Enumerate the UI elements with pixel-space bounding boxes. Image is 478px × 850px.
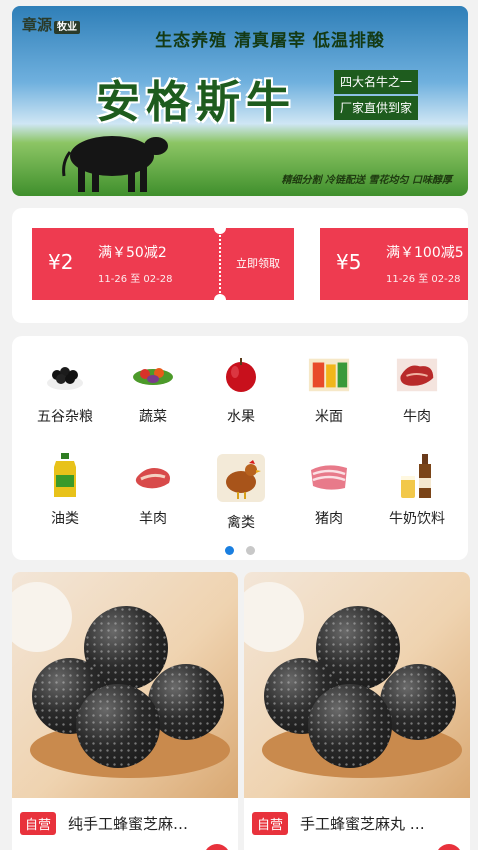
category-label: 米面 <box>315 409 343 425</box>
pager-dot-active[interactable] <box>225 546 235 555</box>
coupon-condition: 满￥100减5 <box>386 245 464 261</box>
product-image <box>12 572 238 798</box>
coupon-date: 11-26 至 02-28 <box>98 274 173 285</box>
coupon-condition: 满￥50减2 <box>98 245 167 261</box>
banner-side-line: 四大名牛之一 <box>334 70 419 94</box>
category-oil[interactable]: 油类 <box>20 453 110 528</box>
pager-dot[interactable] <box>245 546 255 555</box>
coupon-amount: ¥2 <box>48 250 74 274</box>
oil-icon <box>43 453 87 498</box>
sesame-ball <box>308 684 392 768</box>
product-image <box>244 572 470 798</box>
sesame-ball <box>76 684 160 768</box>
category-beef[interactable]: 牛肉 <box>372 352 462 426</box>
category-fruit[interactable]: 水果 <box>196 352 286 426</box>
category-label: 水果 <box>227 409 255 425</box>
self-operated-badge: 自营 <box>252 812 289 835</box>
category-grain[interactable]: 五谷杂粮 <box>20 352 110 426</box>
category-pager <box>12 540 468 559</box>
category-rice-flour[interactable]: 米面 <box>284 352 374 426</box>
category-label: 禽类 <box>227 515 255 531</box>
product-card[interactable]: 自营 纯手工蜂蜜芝麻… <box>12 572 238 850</box>
rice-flour-icon <box>307 352 351 396</box>
category-label: 羊肉 <box>139 511 167 527</box>
beef-icon <box>395 352 439 396</box>
coupon-date: 11-26 至 02-28 <box>386 274 461 285</box>
coupon-divider <box>219 232 221 296</box>
category-label: 牛奶饮料 <box>389 511 445 527</box>
category-milk-drink[interactable]: 牛奶饮料 <box>372 454 462 528</box>
category-label: 猪肉 <box>315 511 343 527</box>
category-label: 五谷杂粮 <box>37 409 93 425</box>
bowl-shape <box>244 582 304 652</box>
promo-banner[interactable]: 章源 牧业 生态养殖 清真屠宰 低温排酸 安格斯牛 四大名牛之一 厂家直供到家 精… <box>12 6 468 196</box>
cow-image <box>62 136 168 192</box>
grain-icon <box>43 352 87 396</box>
category-mutton[interactable]: 羊肉 <box>108 454 198 528</box>
bowl-shape <box>12 582 72 652</box>
mutton-icon <box>131 454 175 498</box>
coupon-amount: ¥5 <box>336 250 362 274</box>
banner-slogan: 生态养殖 清真屠宰 低温排酸 <box>155 31 385 51</box>
banner-side-line: 厂家直供到家 <box>334 96 419 120</box>
apple-icon <box>219 352 263 396</box>
category-poultry[interactable]: 禽类 <box>196 454 286 532</box>
chicken-icon <box>217 454 265 502</box>
category-label: 牛肉 <box>403 409 431 425</box>
category-label: 油类 <box>51 511 79 527</box>
category-pork[interactable]: 猪肉 <box>284 454 374 528</box>
banner-title: 安格斯牛 <box>96 77 296 128</box>
category-label: 蔬菜 <box>139 409 167 425</box>
milk-drink-icon <box>395 454 439 498</box>
add-to-cart-icon[interactable] <box>436 844 462 850</box>
banner-features: 精细分割 冷链配送 雪花均匀 口味醇厚 <box>281 175 452 186</box>
product-name: 纯手工蜂蜜芝麻… <box>68 815 189 833</box>
add-to-cart-icon[interactable] <box>204 844 230 850</box>
coupon-section: ¥2 满￥50减2 11-26 至 02-28 立即领取 ¥5 满￥100减5 … <box>12 208 468 323</box>
vegetable-icon <box>131 352 175 396</box>
product-name: 手工蜂蜜芝麻丸 … <box>300 815 425 833</box>
self-operated-badge: 自营 <box>20 812 57 835</box>
category-grid: 五谷杂粮 蔬菜 水果 米面 牛肉 油类 羊肉 禽类 猪肉 牛奶饮料 <box>12 336 468 560</box>
banner-side-text: 四大名牛之一 厂家直供到家 <box>334 70 419 122</box>
category-vegetable[interactable]: 蔬菜 <box>108 352 198 426</box>
product-card[interactable]: 自营 手工蜂蜜芝麻丸 … <box>244 572 470 850</box>
coupon-item[interactable]: ¥5 满￥100减5 11-26 至 02-28 <box>320 228 468 300</box>
pork-icon <box>307 454 351 498</box>
coupon-item[interactable]: ¥2 满￥50减2 11-26 至 02-28 立即领取 <box>32 222 294 306</box>
claim-button[interactable]: 立即领取 <box>222 228 294 300</box>
